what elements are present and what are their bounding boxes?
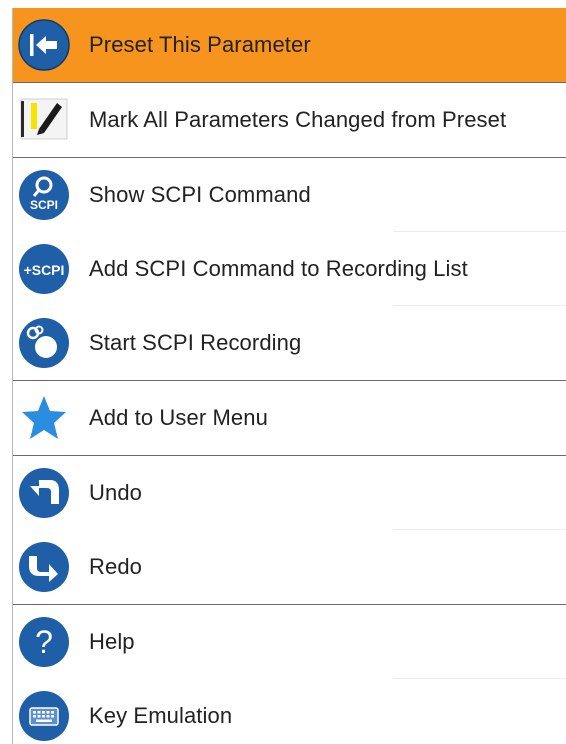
menu-item-redo[interactable]: Redo: [13, 530, 566, 604]
preset-arrow-icon: [17, 18, 71, 72]
menu-item-preset-this-parameter[interactable]: Preset This Parameter: [13, 8, 566, 82]
redo-icon: [17, 540, 71, 594]
menu-item-label: Add to User Menu: [89, 405, 268, 430]
scpi-icon-text: SCPI: [30, 198, 58, 212]
highlighter-pen-icon: [17, 93, 71, 147]
menu-item-label: Help: [89, 629, 135, 654]
menu-item-key-emulation[interactable]: Key Emulation: [13, 679, 566, 744]
menu-item-label: Undo: [89, 480, 142, 505]
scpi-plus-icon-text: +SCPI: [24, 262, 65, 278]
menu-item-mark-all-parameters[interactable]: Mark All Parameters Changed from Preset: [13, 83, 566, 157]
menu-item-show-scpi-command[interactable]: SCPI Show SCPI Command: [13, 158, 566, 232]
scpi-add-icon: +SCPI: [17, 242, 71, 296]
menu-item-help[interactable]: ? Help: [13, 605, 566, 679]
menu-item-label: Show SCPI Command: [89, 182, 311, 207]
menu-item-start-scpi-recording[interactable]: Start SCPI Recording: [13, 306, 566, 380]
help-icon-text: ?: [35, 624, 53, 660]
scpi-record-icon: [17, 316, 71, 370]
menu-item-add-to-user-menu[interactable]: Add to User Menu: [13, 381, 566, 455]
help-icon: ?: [17, 615, 71, 669]
menu-item-label: Add SCPI Command to Recording List: [89, 256, 468, 281]
menu-item-undo[interactable]: Undo: [13, 456, 566, 530]
scpi-search-icon: SCPI: [17, 168, 71, 222]
context-menu: Preset This Parameter Mark All Parameter…: [12, 8, 566, 744]
menu-item-label: Key Emulation: [89, 703, 233, 728]
star-icon: [17, 391, 71, 445]
menu-item-label: Redo: [89, 554, 142, 579]
menu-item-add-scpi-command-to-recording-list[interactable]: +SCPI Add SCPI Command to Recording List: [13, 232, 566, 306]
keyboard-icon: [17, 689, 71, 743]
menu-item-label: Mark All Parameters Changed from Preset: [89, 107, 507, 132]
menu-item-label: Preset This Parameter: [89, 32, 311, 57]
undo-icon: [17, 466, 71, 520]
menu-item-label: Start SCPI Recording: [89, 330, 302, 355]
